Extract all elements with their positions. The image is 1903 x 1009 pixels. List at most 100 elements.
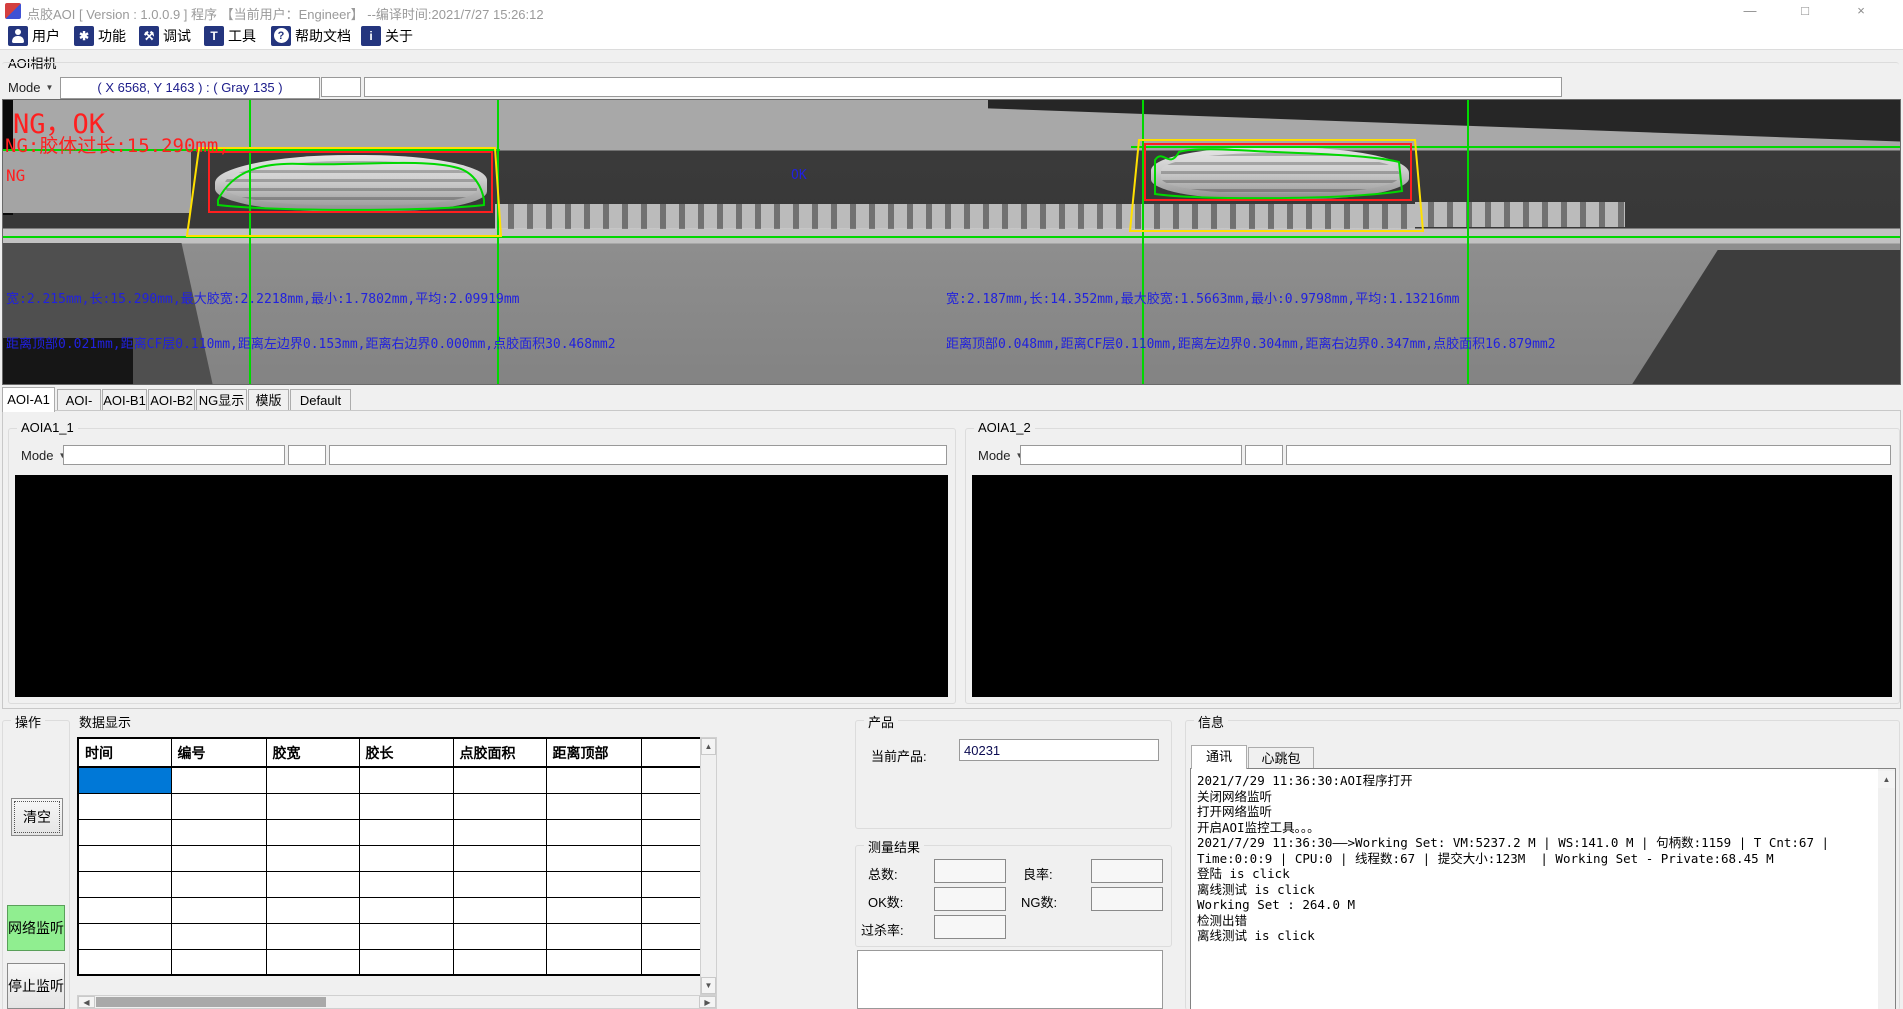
camera-mode-select[interactable]: Mode ▼ [4,77,57,97]
table-cell[interactable] [359,871,453,897]
right-field-1[interactable] [1020,445,1242,465]
table-cell[interactable] [453,897,546,923]
table-cell[interactable] [546,819,641,845]
table-cell[interactable] [453,793,546,819]
table-cell[interactable] [171,845,266,871]
table-cell[interactable] [641,923,701,949]
tab-aoi-b1[interactable]: AOI-B1 [102,389,147,410]
left-field-3[interactable] [329,445,947,465]
table-cell[interactable] [641,845,701,871]
table-cell[interactable] [641,767,701,793]
hscroll-thumb[interactable] [96,997,326,1007]
scroll-right-button[interactable]: ▶ [699,996,716,1008]
overkill-field[interactable] [934,915,1006,939]
table-cell[interactable] [359,923,453,949]
table-row[interactable] [78,949,701,975]
table-cell[interactable] [266,949,359,975]
toolbar-item-help[interactable]: ? 帮助文档 [271,25,351,46]
table-row[interactable] [78,819,701,845]
camera-field-3[interactable] [364,77,1562,97]
table-cell[interactable] [546,897,641,923]
table-row[interactable] [78,871,701,897]
selected-cell[interactable] [78,767,171,793]
table-row[interactable] [78,897,701,923]
table-cell[interactable] [78,845,171,871]
table-cell[interactable] [453,871,546,897]
table-cell[interactable] [171,793,266,819]
table-header-cell[interactable]: 距离顶部 [546,738,641,767]
table-cell[interactable] [171,819,266,845]
table-cell[interactable] [546,923,641,949]
toolbar-item-tools[interactable]: T 工具 [204,25,256,46]
total-field[interactable] [934,859,1006,883]
close-button[interactable]: × [1838,0,1884,22]
minimize-button[interactable]: — [1727,0,1773,22]
table-cell[interactable] [266,871,359,897]
table-cell[interactable] [266,897,359,923]
table-cell[interactable] [78,871,171,897]
table-cell[interactable] [171,767,266,793]
left-field-2[interactable] [288,445,326,465]
table-cell[interactable] [453,845,546,871]
scroll-down-button[interactable]: ▼ [701,977,716,994]
table-cell[interactable] [359,793,453,819]
table-cell[interactable] [453,923,546,949]
table-header-cell[interactable]: 胶宽 [266,738,359,767]
toolbar-item-about[interactable]: i 关于 [361,25,413,46]
ok-count-field[interactable] [934,887,1006,911]
table-cell[interactable] [78,897,171,923]
maximize-button[interactable]: □ [1782,0,1828,22]
stop-listen-button[interactable]: 停止监听 [7,963,65,1009]
table-header-cell[interactable]: 时间 [78,738,171,767]
table-cell[interactable] [266,819,359,845]
table-cell[interactable] [641,793,701,819]
table-cell[interactable] [453,767,546,793]
tab-aoi-b2[interactable]: AOI-B2 [148,389,195,410]
left-image-display[interactable] [15,475,948,697]
table-vscrollbar[interactable]: ▲ ▼ [700,737,717,995]
table-header-cell[interactable]: 胶长 [359,738,453,767]
table-header-cell[interactable]: 编号 [171,738,266,767]
tab-comm[interactable]: 通讯 [1191,745,1247,769]
table-cell[interactable] [641,949,701,975]
yield-field[interactable] [1091,859,1163,883]
table-hscrollbar[interactable]: ◀ ▶ [77,995,717,1009]
scroll-left-button[interactable]: ◀ [78,996,95,1008]
table-cell[interactable] [266,767,359,793]
tab-aoi-a2[interactable]: AOI-A2 [57,389,101,410]
table-cell[interactable] [546,845,641,871]
log-scroll-up-button[interactable]: ▲ [1878,771,1895,788]
log-area[interactable]: 2021/7/29 11:36:30:AOI程序打开 关闭网络监听 打开网络监听… [1190,768,1896,1009]
table-row[interactable] [78,767,701,793]
table-header-cell[interactable]: 点胶面积 [453,738,546,767]
table-cell[interactable] [171,871,266,897]
table-cell[interactable] [546,949,641,975]
table-cell[interactable] [171,923,266,949]
table-cell[interactable] [546,793,641,819]
tab-default[interactable]: Default [290,389,351,410]
table-cell[interactable] [78,923,171,949]
toolbar-item-user[interactable]: 用户 [8,25,60,46]
tab-template[interactable]: 模版 [248,389,289,410]
table-row[interactable] [78,923,701,949]
table-cell[interactable] [641,897,701,923]
table-cell[interactable] [453,949,546,975]
right-image-display[interactable] [972,475,1892,697]
table-cell[interactable] [546,871,641,897]
table-cell[interactable] [641,871,701,897]
data-table[interactable]: 时间 编号 胶宽 胶长 点胶面积 距离顶部 [77,737,702,976]
tab-ng-display[interactable]: NG显示 [196,389,247,410]
table-row[interactable] [78,845,701,871]
table-cell[interactable] [359,767,453,793]
table-cell[interactable] [359,819,453,845]
ng-count-field[interactable] [1091,887,1163,911]
table-cell[interactable] [78,793,171,819]
current-product-input[interactable] [959,739,1159,761]
tab-heartbeat[interactable]: 心跳包 [1248,747,1314,769]
table-cell[interactable] [359,897,453,923]
tab-aoi-a1[interactable]: AOI-A1 [2,387,55,412]
table-cell[interactable] [359,949,453,975]
scroll-up-button[interactable]: ▲ [701,738,716,755]
table-cell[interactable] [266,793,359,819]
camera-field-2[interactable] [321,77,361,97]
